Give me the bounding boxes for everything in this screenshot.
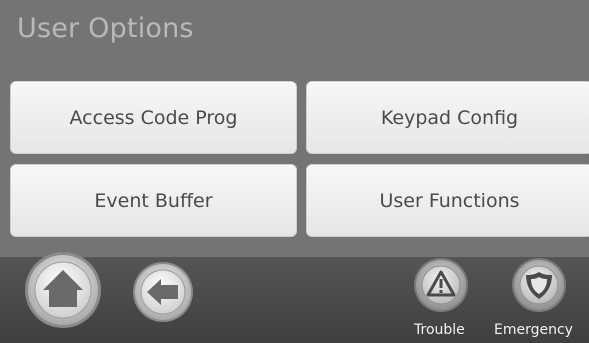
- user-functions-button[interactable]: User Functions: [306, 164, 589, 237]
- back-arrow-icon: [133, 262, 193, 322]
- home-icon: [25, 252, 101, 328]
- keypad-config-button[interactable]: Keypad Config: [306, 81, 589, 154]
- access-code-prog-button[interactable]: Access Code Prog: [10, 81, 297, 154]
- event-buffer-button[interactable]: Event Buffer: [10, 164, 297, 237]
- home-button[interactable]: [24, 251, 102, 329]
- shield-icon: [512, 258, 566, 312]
- page-title: User Options: [17, 13, 194, 44]
- trouble-button[interactable]: [413, 257, 469, 313]
- emergency-button[interactable]: [511, 257, 567, 313]
- emergency-label: Emergency: [494, 322, 573, 338]
- back-button[interactable]: [132, 261, 194, 323]
- trouble-label: Trouble: [414, 322, 465, 338]
- user-options-screen: User Options Access Code Prog Keypad Con…: [0, 0, 589, 343]
- warning-triangle-icon: [414, 258, 468, 312]
